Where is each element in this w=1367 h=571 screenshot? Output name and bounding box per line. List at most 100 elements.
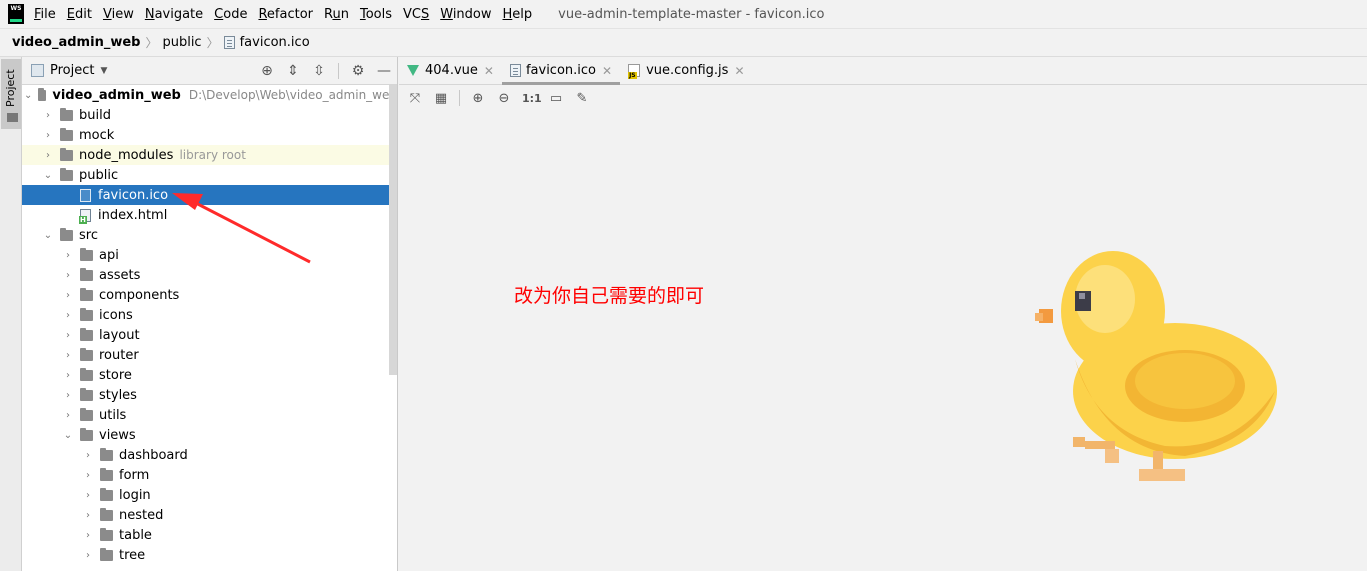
- tree-item-components[interactable]: › components: [22, 285, 397, 305]
- chevron-right-icon[interactable]: ›: [62, 330, 74, 341]
- close-icon[interactable]: ✕: [484, 64, 494, 78]
- project-scrollbar[interactable]: [389, 85, 397, 375]
- tab-404-vue[interactable]: 404.vue ✕: [399, 57, 502, 84]
- folder-icon: [60, 227, 73, 241]
- menu-view[interactable]: View: [103, 7, 134, 22]
- menu-edit[interactable]: Edit: [67, 7, 92, 22]
- menu-file[interactable]: File: [34, 7, 56, 22]
- menu-tools[interactable]: Tools: [360, 7, 392, 22]
- color-picker-icon[interactable]: ✎: [574, 91, 590, 106]
- tree-item-store[interactable]: › store: [22, 365, 397, 385]
- chevron-right-icon[interactable]: ›: [42, 150, 54, 161]
- expand-all-icon[interactable]: ⇕: [286, 63, 300, 79]
- menu-code[interactable]: Code: [214, 7, 247, 22]
- actual-size-button[interactable]: 1:1: [522, 92, 542, 105]
- project-view-selector[interactable]: Project: [50, 63, 94, 78]
- tree-item-table[interactable]: › table: [22, 525, 397, 545]
- chevron-down-icon[interactable]: ⌄: [62, 430, 74, 441]
- tree-item-label: dashboard: [119, 447, 188, 463]
- chevron-right-icon[interactable]: ›: [82, 550, 94, 561]
- tree-item-api[interactable]: › api: [22, 245, 397, 265]
- annotation-text: 改为你自己需要的即可: [514, 285, 705, 307]
- project-tool-tab[interactable]: Project: [1, 59, 21, 129]
- chevron-right-icon[interactable]: ›: [82, 450, 94, 461]
- folder-icon: [80, 427, 93, 441]
- breadcrumb-folder[interactable]: public: [162, 35, 201, 50]
- folder-icon: [100, 547, 113, 561]
- chevron-right-icon[interactable]: ›: [42, 130, 54, 141]
- menu-vcs[interactable]: VCS: [403, 7, 429, 22]
- folder-icon: [60, 107, 73, 121]
- tree-item-styles[interactable]: › styles: [22, 385, 397, 405]
- breadcrumb-separator-icon: 〉: [206, 36, 219, 50]
- tree-item-node-modules[interactable]: › node_modules library root: [22, 145, 397, 165]
- breadcrumb: video_admin_web 〉 public 〉 favicon.ico: [0, 29, 1367, 57]
- menu-window[interactable]: Window: [440, 7, 491, 22]
- tab-vue-config-js[interactable]: vue.config.js ✕: [620, 57, 752, 84]
- locate-file-icon[interactable]: ⊕: [260, 63, 274, 79]
- project-panel-header: Project ▼ ⊕ ⇕ ⇳ ⚙ —: [22, 57, 397, 85]
- tree-item-mock[interactable]: › mock: [22, 125, 397, 145]
- tree-item-favicon[interactable]: favicon.ico: [22, 185, 397, 205]
- tree-item-root[interactable]: ⌄ video_admin_web D:\Develop\Web\video_a…: [22, 85, 397, 105]
- chevron-right-icon[interactable]: ›: [62, 410, 74, 421]
- collapse-all-icon[interactable]: ⇳: [312, 63, 326, 79]
- zoom-in-icon[interactable]: ⊕: [470, 91, 486, 106]
- gear-icon[interactable]: ⚙: [351, 63, 365, 79]
- tree-item-label: form: [119, 467, 150, 483]
- breadcrumb-root[interactable]: video_admin_web: [12, 35, 140, 50]
- background-icon[interactable]: ▭: [548, 91, 564, 106]
- chevron-right-icon[interactable]: ›: [82, 530, 94, 541]
- breadcrumb-file[interactable]: favicon.ico: [223, 35, 310, 50]
- tree-item-login[interactable]: › login: [22, 485, 397, 505]
- chevron-right-icon[interactable]: ›: [82, 490, 94, 501]
- grid-icon[interactable]: ▦: [433, 91, 449, 106]
- tree-item-assets[interactable]: › assets: [22, 265, 397, 285]
- vue-file-icon: [407, 65, 419, 76]
- close-icon[interactable]: ✕: [602, 64, 612, 78]
- tree-item-build[interactable]: › build: [22, 105, 397, 125]
- chevron-down-icon[interactable]: ⌄: [42, 170, 54, 181]
- chevron-down-icon[interactable]: ▼: [100, 66, 107, 76]
- chevron-right-icon[interactable]: ›: [82, 470, 94, 481]
- tree-item-public[interactable]: ⌄ public: [22, 165, 397, 185]
- tree-item-label: utils: [99, 407, 127, 423]
- tree-item-views[interactable]: ⌄ views: [22, 425, 397, 445]
- project-tool-tab-label: Project: [4, 69, 17, 107]
- tree-item-label: build: [79, 107, 111, 123]
- chevron-down-icon[interactable]: ⌄: [24, 90, 32, 101]
- chevron-right-icon[interactable]: ›: [62, 310, 74, 321]
- tree-item-label: tree: [119, 547, 146, 563]
- tree-item-router[interactable]: › router: [22, 345, 397, 365]
- tree-item-label: video_admin_web: [52, 87, 181, 103]
- tree-item-icons[interactable]: › icons: [22, 305, 397, 325]
- tree-item-tree[interactable]: › tree: [22, 545, 397, 565]
- chevron-right-icon[interactable]: ›: [62, 390, 74, 401]
- menu-run[interactable]: Run: [324, 7, 349, 22]
- tab-favicon-ico[interactable]: favicon.ico ✕: [501, 57, 621, 85]
- tree-item-form[interactable]: › form: [22, 465, 397, 485]
- chevron-right-icon[interactable]: ›: [42, 110, 54, 121]
- chevron-right-icon[interactable]: ›: [62, 350, 74, 361]
- close-icon[interactable]: ✕: [734, 64, 744, 78]
- tree-item-src[interactable]: ⌄ src: [22, 225, 397, 245]
- tree-item-nested[interactable]: › nested: [22, 505, 397, 525]
- menu-refactor[interactable]: Refactor: [258, 7, 313, 22]
- chevron-right-icon[interactable]: ›: [62, 270, 74, 281]
- zoom-out-icon[interactable]: ⊖: [496, 91, 512, 106]
- tree-item-utils[interactable]: › utils: [22, 405, 397, 425]
- tree-item-index-html[interactable]: index.html: [22, 205, 397, 225]
- chevron-right-icon[interactable]: ›: [62, 370, 74, 381]
- tree-item-label: store: [99, 367, 132, 383]
- tree-item-layout[interactable]: › layout: [22, 325, 397, 345]
- tree-item-dashboard[interactable]: › dashboard: [22, 445, 397, 465]
- chevron-right-icon[interactable]: ›: [62, 290, 74, 301]
- chevron-down-icon[interactable]: ⌄: [42, 230, 54, 241]
- menu-help[interactable]: Help: [503, 7, 533, 22]
- chevron-right-icon[interactable]: ›: [62, 250, 74, 261]
- tree-item-label: node_modules: [79, 147, 174, 163]
- minimize-icon[interactable]: —: [377, 63, 391, 79]
- chevron-right-icon[interactable]: ›: [82, 510, 94, 521]
- menu-navigate[interactable]: Navigate: [145, 7, 203, 22]
- fit-to-window-icon[interactable]: ⤧: [407, 91, 423, 106]
